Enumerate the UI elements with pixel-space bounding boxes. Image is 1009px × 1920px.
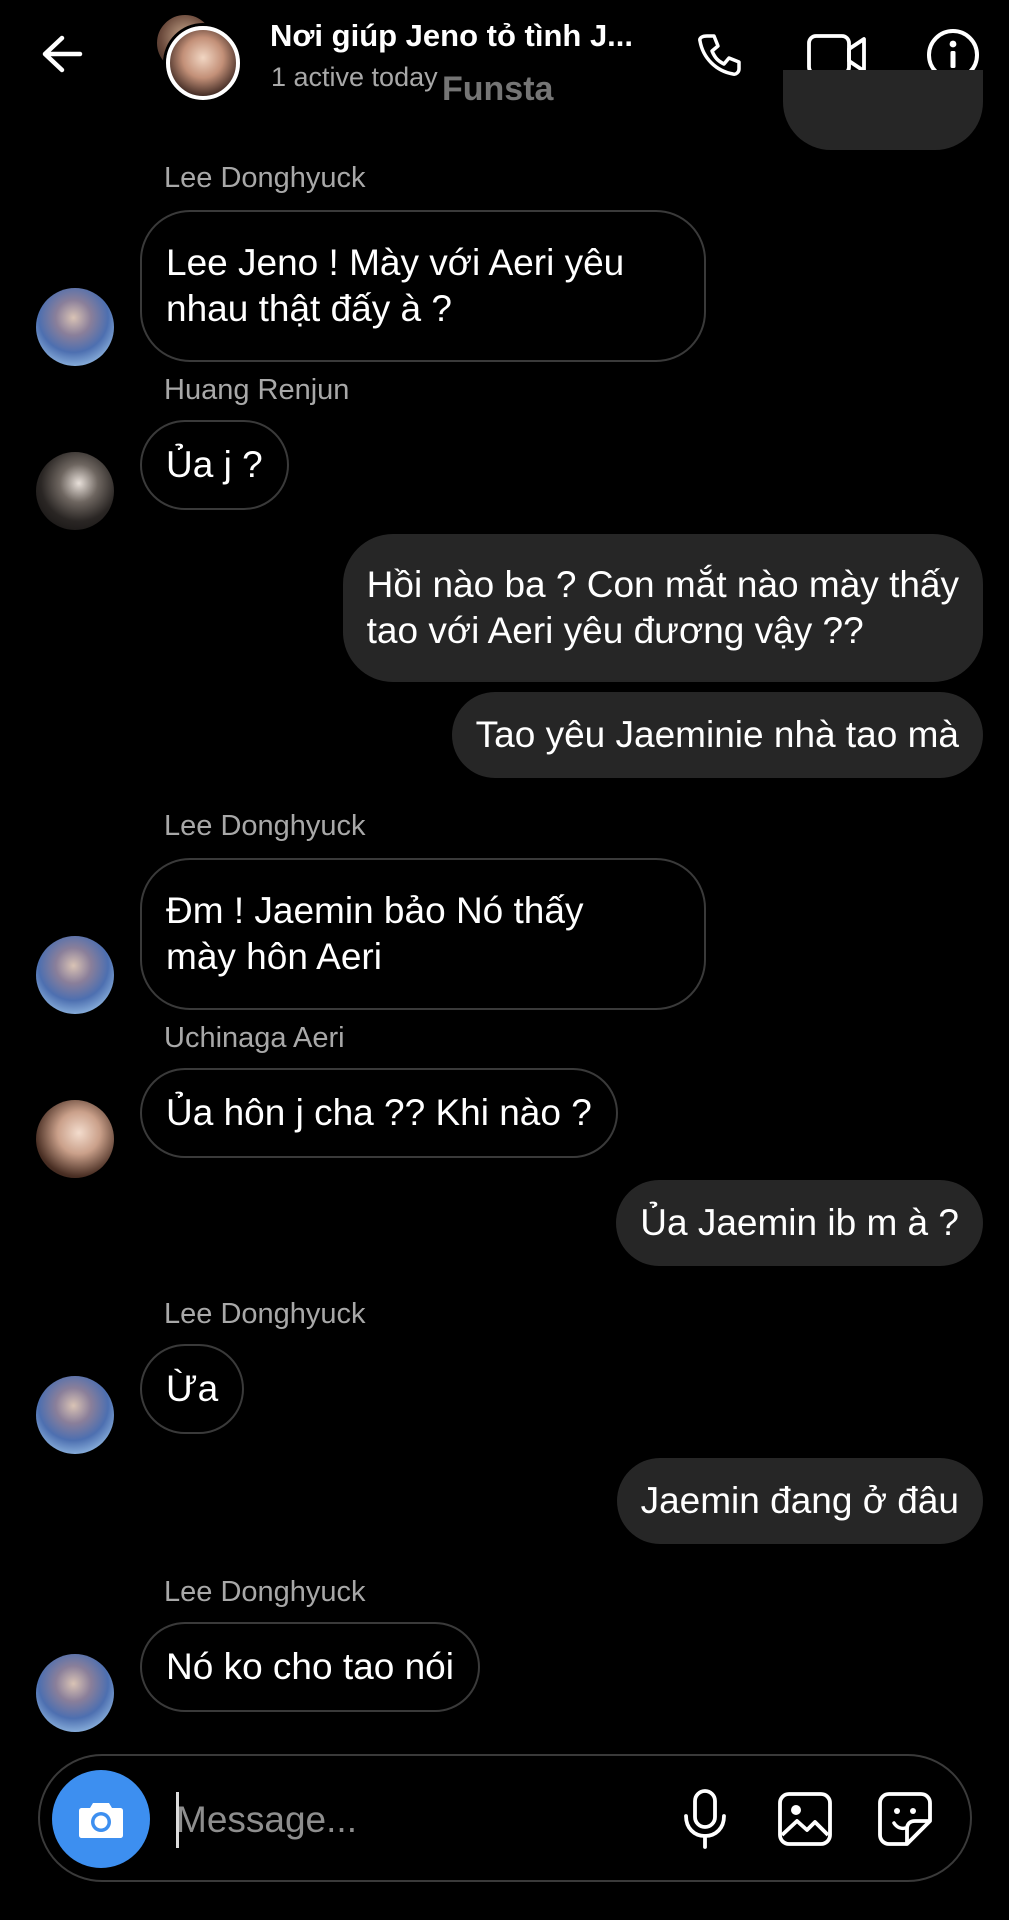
gallery-button[interactable]	[772, 1782, 838, 1856]
message-line: tao với Aeri yêu đương vậy ??	[366, 610, 864, 651]
sender-name: Huang Renjun	[164, 374, 350, 406]
message-input[interactable]	[176, 1790, 646, 1850]
sticker-button[interactable]	[872, 1782, 938, 1856]
message-line: Hồi nào ba ? Con mắt nào mày thấy	[366, 564, 959, 605]
previous-message-bubble	[783, 70, 983, 150]
sticker-icon	[878, 1792, 932, 1846]
message-line: Đm ! Jaemin bảo Nó thấy	[166, 890, 584, 931]
back-button[interactable]	[30, 22, 94, 86]
avatar-lee-donghyuck[interactable]	[36, 1376, 114, 1454]
camera-button[interactable]	[52, 1770, 150, 1868]
message-line: mày hôn Aeri	[166, 936, 382, 977]
chat-title[interactable]: Nơi giúp Jeno tỏ tình J...	[270, 18, 670, 54]
voice-message-button[interactable]	[672, 1782, 738, 1856]
message-line: Nó ko cho tao nói	[166, 1646, 454, 1687]
incoming-message-bubble[interactable]: Đm ! Jaemin bảo Nó thấy mày hôn Aeri	[140, 858, 706, 1010]
gallery-icon	[778, 1792, 832, 1846]
incoming-message-bubble[interactable]: Lee Jeno ! Mày với Aeri yêu nhau thật đấ…	[140, 210, 706, 362]
incoming-message-bubble[interactable]: Ủa j ?	[140, 420, 289, 510]
outgoing-message-bubble[interactable]: Ủa Jaemin ib m à ?	[616, 1180, 983, 1266]
member-avatar-front	[166, 26, 240, 100]
sender-name: Lee Donghyuck	[164, 810, 366, 842]
message-line: Ừa	[166, 1368, 219, 1409]
phone-icon	[698, 34, 741, 76]
avatar-lee-donghyuck[interactable]	[36, 936, 114, 1014]
active-status: 1 active today	[271, 62, 438, 92]
avatar-lee-donghyuck[interactable]	[36, 288, 114, 366]
avatar-uchinaga-aeri[interactable]	[36, 1100, 114, 1178]
outgoing-message-bubble[interactable]: Jaemin đang ở đâu	[616, 1458, 983, 1544]
text-cursor	[176, 1792, 179, 1848]
avatar-lee-donghyuck[interactable]	[36, 1654, 114, 1732]
outgoing-message-bubble[interactable]: Tao yêu Jaeminie nhà tao mà	[451, 692, 983, 778]
sender-name: Lee Donghyuck	[164, 162, 366, 194]
microphone-icon	[684, 1789, 726, 1849]
message-line: nhau thật đấy à ?	[166, 288, 452, 329]
message-line: Lee Jeno ! Mày với Aeri yêu	[166, 242, 625, 283]
outgoing-message-bubble[interactable]: Hồi nào ba ? Con mắt nào mày thấy tao vớ…	[342, 534, 983, 682]
incoming-message-bubble[interactable]: Ủa hôn j cha ?? Khi nào ?	[140, 1068, 618, 1158]
incoming-message-bubble[interactable]: Nó ko cho tao nói	[140, 1622, 480, 1712]
message-line: Tao yêu Jaeminie nhà tao mà	[475, 714, 959, 755]
message-line: Ủa j ?	[166, 444, 263, 485]
sender-name: Lee Donghyuck	[164, 1298, 366, 1330]
message-line: Ủa hôn j cha ?? Khi nào ?	[166, 1092, 592, 1133]
back-arrow-icon	[42, 35, 83, 73]
watermark: Funsta	[442, 70, 554, 108]
call-button[interactable]	[686, 22, 752, 88]
sender-name: Lee Donghyuck	[164, 1576, 366, 1608]
incoming-message-bubble[interactable]: Ừa	[140, 1344, 245, 1434]
sender-name: Uchinaga Aeri	[164, 1022, 345, 1054]
group-avatar[interactable]	[150, 12, 240, 100]
camera-icon	[79, 1803, 123, 1838]
message-line: Jaemin đang ở đâu	[640, 1480, 959, 1521]
message-line: Ủa Jaemin ib m à ?	[640, 1202, 959, 1243]
avatar-huang-renjun[interactable]	[36, 452, 114, 530]
